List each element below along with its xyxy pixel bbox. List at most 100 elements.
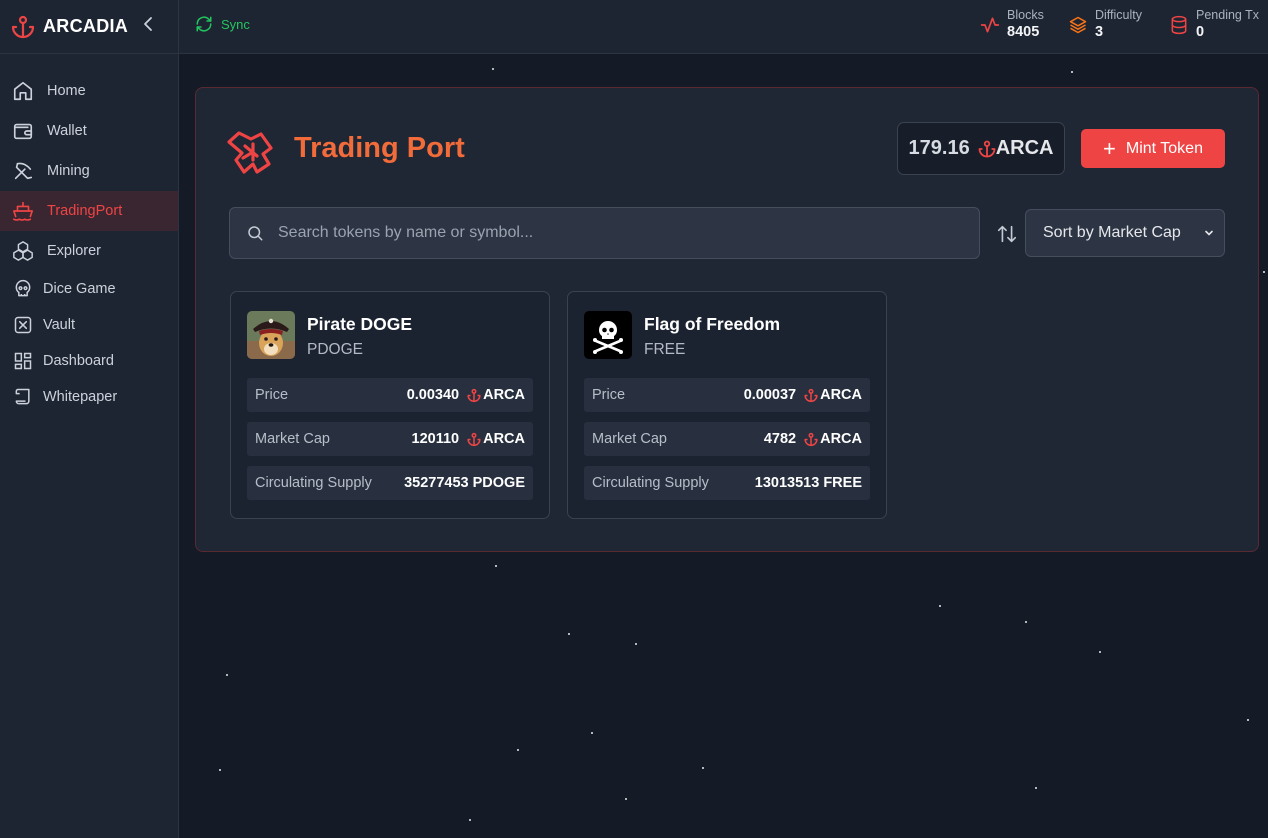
stat-label: Pending Tx [1196, 8, 1260, 22]
stat-value: 0 [1196, 24, 1205, 40]
page-title: Trading Port [294, 132, 465, 164]
sort-select[interactable]: Sort by Market Cap [1025, 209, 1225, 257]
sync-button[interactable]: Sync [195, 15, 250, 33]
token-name: Pirate DOGE [307, 314, 413, 334]
dashboard-icon [12, 350, 34, 372]
app-name: ARCADIA [43, 16, 129, 36]
token-supply-row: Circulating Supply 35277453 PDOGE [247, 466, 533, 500]
row-label: Market Cap [255, 431, 330, 447]
balance-badge: 179.16 ARCA [897, 122, 1065, 175]
token-symbol: PDOGE [307, 341, 363, 358]
wallet-icon [12, 120, 34, 142]
sidebar-item-explorer[interactable]: Explorer [0, 231, 178, 271]
sidebar-item-wallet[interactable]: Wallet [0, 111, 178, 151]
market-cap-value: 4782 [763, 431, 797, 447]
chevron-down-icon [1205, 230, 1213, 236]
row-label: Market Cap [592, 431, 667, 447]
sidebar-nav: Home Wallet Mining TradingPort Explorer [0, 54, 178, 415]
market-cap-unit: ARCA [820, 431, 862, 447]
token-name: Flag of Freedom [644, 314, 781, 334]
stat-value: 8405 [1007, 24, 1040, 40]
sidebar-item-home[interactable]: Home [0, 71, 178, 111]
anchor-icon [11, 15, 35, 38]
brand: ARCADIA [0, 0, 178, 54]
row-label: Price [255, 387, 289, 403]
stat-label: Difficulty [1095, 8, 1143, 22]
anchor-icon [978, 140, 996, 157]
supply-value: 13013513 FREE [754, 475, 862, 491]
price-unit: ARCA [820, 387, 862, 403]
stat-label: Blocks [1007, 8, 1044, 22]
sidebar-item-label: Explorer [47, 243, 101, 259]
token-search[interactable] [229, 207, 980, 259]
token-market-cap-row: Market Cap 4782 ARCA [584, 422, 870, 456]
refresh-icon [196, 16, 212, 32]
anchor-icon [467, 432, 481, 447]
sidebar-item-whitepaper[interactable]: Whitepaper [0, 379, 178, 415]
token-avatar [584, 311, 632, 359]
stat-difficulty: Difficulty 3 [1068, 8, 1142, 42]
top-bar: Sync Blocks 8405 Difficulty 3 Pending Tx… [179, 0, 1268, 54]
sidebar: ARCADIA Home Wallet Mining TradingPort E… [0, 0, 179, 838]
sidebar-item-label: Home [47, 83, 86, 99]
token-card[interactable]: Pirate DOGE PDOGE Price 0.00340 ARCA Mar… [230, 291, 550, 519]
row-value: 0.00340 ARCA [407, 387, 525, 403]
sidebar-item-label: Dice Game [43, 281, 116, 297]
search-icon [248, 226, 263, 241]
sidebar-item-dashboard[interactable]: Dashboard [0, 343, 178, 379]
scroll-icon [12, 386, 34, 408]
token-market-cap-row: Market Cap 120110 ARCA [247, 422, 533, 456]
sort-selected-label: Sort by Market Cap [1043, 224, 1181, 241]
stat-blocks: Blocks 8405 [980, 8, 1044, 42]
vault-icon [12, 314, 34, 336]
token-price-row: Price 0.00037 ARCA [584, 378, 870, 412]
anchor-icon [804, 388, 818, 403]
token-price-row: Price 0.00340 ARCA [247, 378, 533, 412]
price-value: 0.00340 [406, 387, 460, 403]
chevron-left-icon[interactable] [141, 15, 155, 33]
ship-icon [12, 200, 34, 222]
supply-value: 35277453 PDOGE [404, 475, 525, 491]
search-input[interactable] [278, 224, 979, 242]
sidebar-item-label: Vault [43, 317, 75, 333]
anchor-icon [804, 432, 818, 447]
database-icon [1171, 15, 1187, 35]
row-label: Circulating Supply [592, 475, 709, 491]
ship-wheel-icon [227, 131, 273, 174]
token-avatar [247, 311, 295, 359]
price-unit: ARCA [483, 387, 525, 403]
sidebar-item-mining[interactable]: Mining [0, 151, 178, 191]
trading-port-panel: Trading Port 179.16 ARCA + Mint Token So… [195, 87, 1259, 552]
sync-label: Sync [221, 16, 250, 32]
token-symbol: FREE [644, 341, 686, 358]
sidebar-item-label: TradingPort [47, 203, 123, 219]
row-label: Price [592, 387, 626, 403]
sidebar-item-vault[interactable]: Vault [0, 307, 178, 343]
anchor-icon [467, 388, 481, 403]
row-value: 120110 ARCA [412, 431, 525, 447]
sidebar-item-label: Whitepaper [43, 389, 118, 405]
layers-icon [1069, 16, 1087, 34]
sidebar-item-tradingport[interactable]: TradingPort [0, 191, 178, 231]
stat-value: 3 [1095, 24, 1104, 40]
sort-arrows-icon[interactable] [996, 223, 1018, 245]
stat-pending-tx: Pending Tx 0 [1169, 8, 1259, 42]
row-value: 0.00037 ARCA [744, 387, 862, 403]
activity-icon [980, 17, 1000, 33]
row-value: 4782 ARCA [764, 431, 862, 447]
sidebar-item-dice-game[interactable]: Dice Game [0, 271, 178, 307]
mint-token-label: Mint Token [1125, 139, 1203, 157]
sidebar-item-label: Mining [47, 163, 90, 179]
home-icon [12, 80, 34, 102]
skull-icon [12, 278, 34, 300]
pickaxe-icon [12, 160, 34, 182]
token-card[interactable]: Flag of Freedom FREE Price 0.00037 ARCA … [567, 291, 887, 519]
sidebar-item-label: Wallet [47, 123, 87, 139]
sidebar-item-label: Dashboard [43, 353, 114, 369]
market-cap-value: 120110 [411, 431, 460, 447]
price-value: 0.00037 [743, 387, 797, 403]
token-supply-row: Circulating Supply 13013513 FREE [584, 466, 870, 500]
mint-token-button[interactable]: + Mint Token [1081, 129, 1225, 168]
plus-icon: + [1103, 135, 1116, 161]
balance-unit: ARCA [995, 137, 1054, 159]
